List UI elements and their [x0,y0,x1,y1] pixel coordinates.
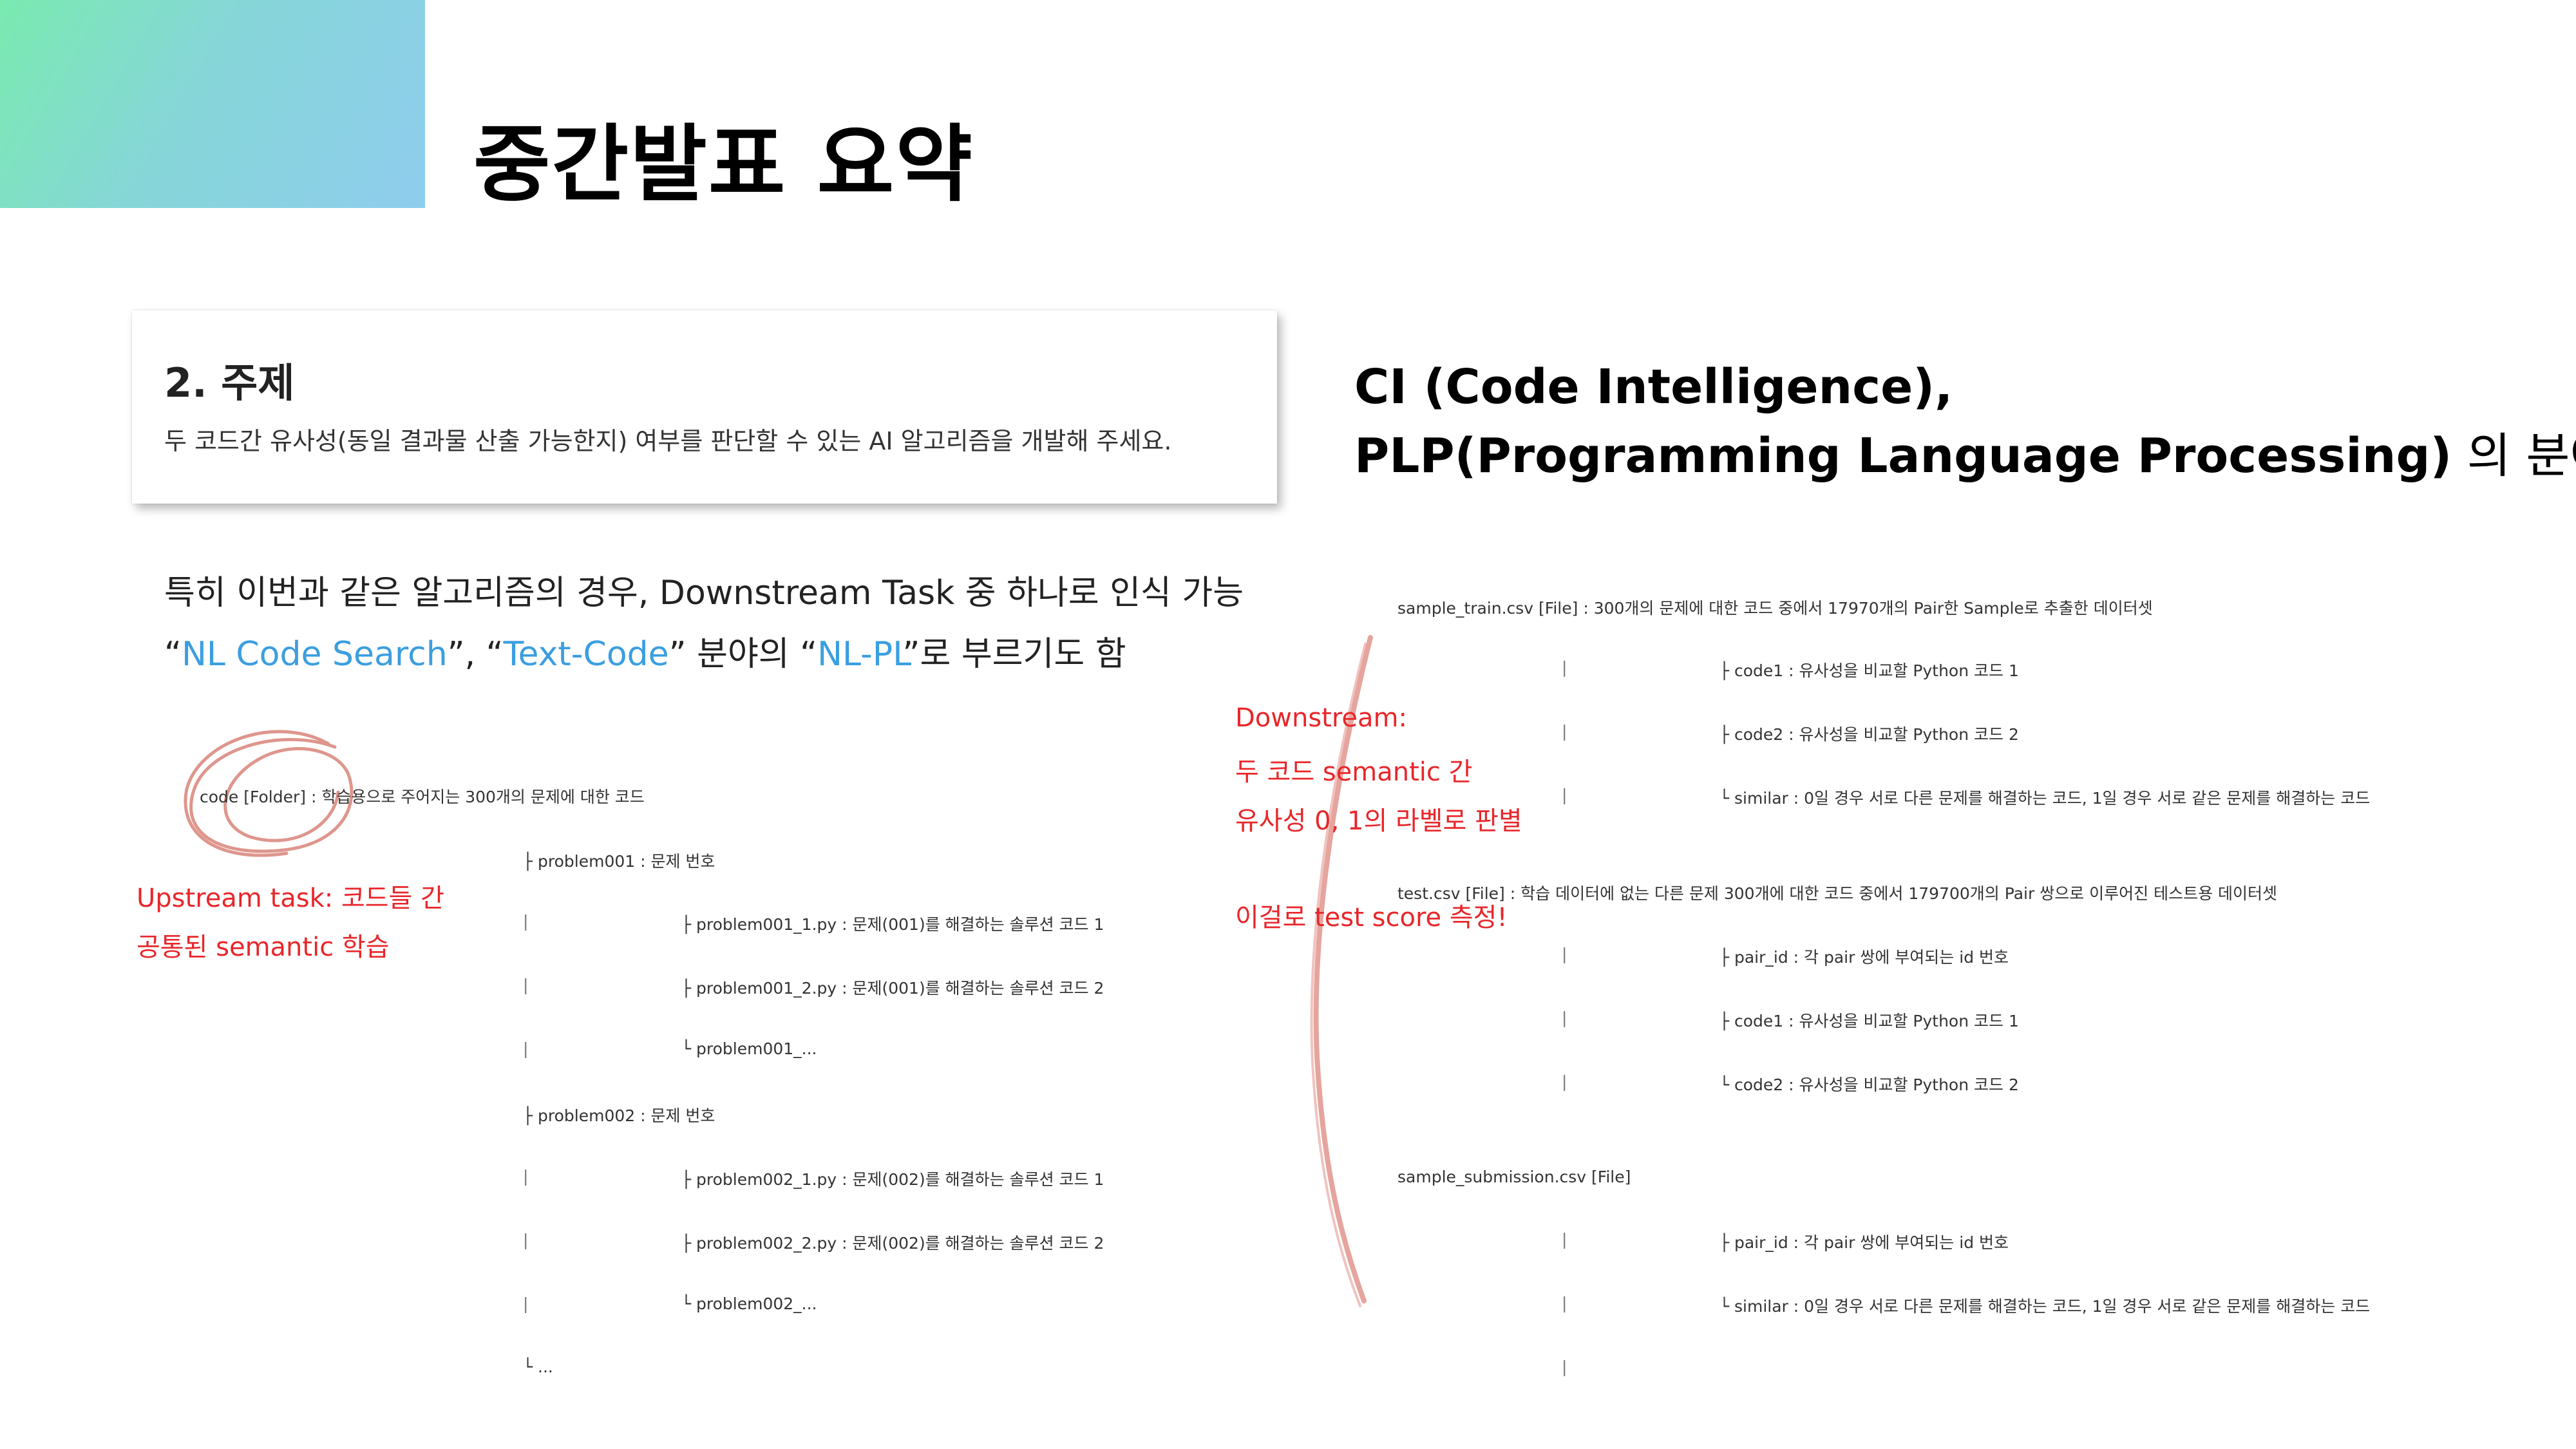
tree-problem002: ├ problem002 : 문제 번호 [523,1106,715,1125]
ci-line-2: PLP(Programming Language Processing) 의 분… [1354,417,2576,486]
body-line-2: “NL Code Search”, “Text-Code” 분야의 “NL-PL… [164,627,1126,675]
tree-pipe: | [1562,1009,1567,1027]
tree-end: └ ... [523,1358,553,1376]
tree-pipe: | [1562,1230,1567,1249]
tree-pipe: | [1562,945,1567,963]
tree-sample-train: sample_train.csv [File] : 300개의 문제에 대한 코… [1397,599,2153,618]
tree-pipe: | [1562,722,1567,741]
tree-sample-submission: sample_submission.csv [File] [1397,1168,1631,1186]
separator-2: ” 분야의 “ [668,635,818,674]
tree-code-folder: code [Folder] : 학습용으로 주어지는 300개의 문제에 대한 … [200,788,645,806]
upstream-annotation-line-1: Upstream task: 코드들 간 [137,884,444,913]
topic-description: 두 코드간 유사성(동일 결과물 산출 가능한지) 여부를 판단할 수 있는 A… [164,427,1172,455]
bracket-curve-shadow [1310,643,1367,1307]
nl-code-search: NL Code Search [181,635,448,674]
separator-1: ”, “ [447,635,504,674]
plp-bold: PLP(Programming Language Processing) [1354,428,2452,484]
body-line-1: 특히 이번과 같은 알고리즘의 경우, Downstream Task 중 하나… [164,574,1244,612]
topic-card: 2. 주제 두 코드간 유사성(동일 결과물 산출 가능한지) 여부를 판단할 … [132,310,1277,504]
quote-open: “ [164,635,182,674]
tree-problem001-more: └ problem001_... [681,1039,817,1058]
tree-pipe: | [523,1294,529,1313]
upstream-annotation-line-2: 공통된 semantic 학습 [137,933,390,962]
tree-ss-pair-id: ├ pair_id : 각 pair 쌍에 부여되는 id 번호 [1719,1233,2009,1252]
corner-gradient-block [0,0,425,208]
tree-problem002-2: ├ problem002_2.py : 문제(002)를 해결하는 솔루션 코드… [681,1234,1104,1253]
tree-pipe: | [523,976,529,994]
tree-problem001-1: ├ problem001_1.py : 문제(001)를 해결하는 솔루션 코드… [681,915,1104,934]
tree-problem002-more: └ problem002_... [681,1294,817,1313]
bracket-curve [1313,635,1373,1303]
tree-pipe: | [1562,1294,1567,1312]
slide-title: 중간발표 요약 [473,115,974,213]
tree-pipe: | [523,912,529,931]
tree-pipe: | [523,1167,529,1186]
tree-pipe: | [1562,1072,1567,1091]
tree-problem001: ├ problem001 : 문제 번호 [523,852,715,871]
tree-st-code1: ├ code1 : 유사성을 비교할 Python 코드 1 [1719,661,2019,680]
tree-t-code1: ├ code1 : 유사성을 비교할 Python 코드 1 [1719,1012,2019,1030]
tree-pipe: | [1562,658,1567,677]
tree-t-code2: └ code2 : 유사성을 비교할 Python 코드 2 [1719,1075,2019,1094]
tree-ss-similar: └ similar : 0일 경우 서로 다른 문제를 해결하는 코드, 1일 … [1719,1297,2371,1316]
downstream-annotation-line-1: Downstream: [1235,703,1407,733]
tree-st-code2: ├ code2 : 유사성을 비교할 Python 코드 2 [1719,725,2019,744]
tree-test: test.csv [File] : 학습 데이터에 없는 다른 문제 300개에… [1397,884,2278,903]
tree-problem001-2: ├ problem001_2.py : 문제(001)를 해결하는 솔루션 코드… [681,979,1104,998]
nl-pl: NL-PL [817,635,903,674]
tree-pipe: | [1562,1358,1567,1376]
downstream-annotation-line-2: 두 코드 semantic 간 [1235,757,1473,787]
tree-pipe: | [523,1231,529,1249]
tree-pipe: | [523,1039,529,1058]
text-code: Text-Code [503,635,669,674]
topic-heading: 2. 주제 [164,359,295,406]
ci-line-1: CI (Code Intelligence), [1354,359,1953,415]
tree-pipe: | [1562,786,1567,804]
tree-t-pair-id: ├ pair_id : 각 pair 쌍에 부여되는 id 번호 [1719,948,2009,967]
tree-problem002-1: ├ problem002_1.py : 문제(002)를 해결하는 솔루션 코드… [681,1170,1104,1189]
line-end: ”로 부르기도 함 [902,635,1126,674]
plp-rest: 의 분야! [2467,428,2576,484]
downstream-annotation-line-3: 유사성 0, 1의 라벨로 판별 [1235,806,1522,836]
tree-st-similar: └ similar : 0일 경우 서로 다른 문제를 해결하는 코드, 1일 … [1719,789,2371,808]
